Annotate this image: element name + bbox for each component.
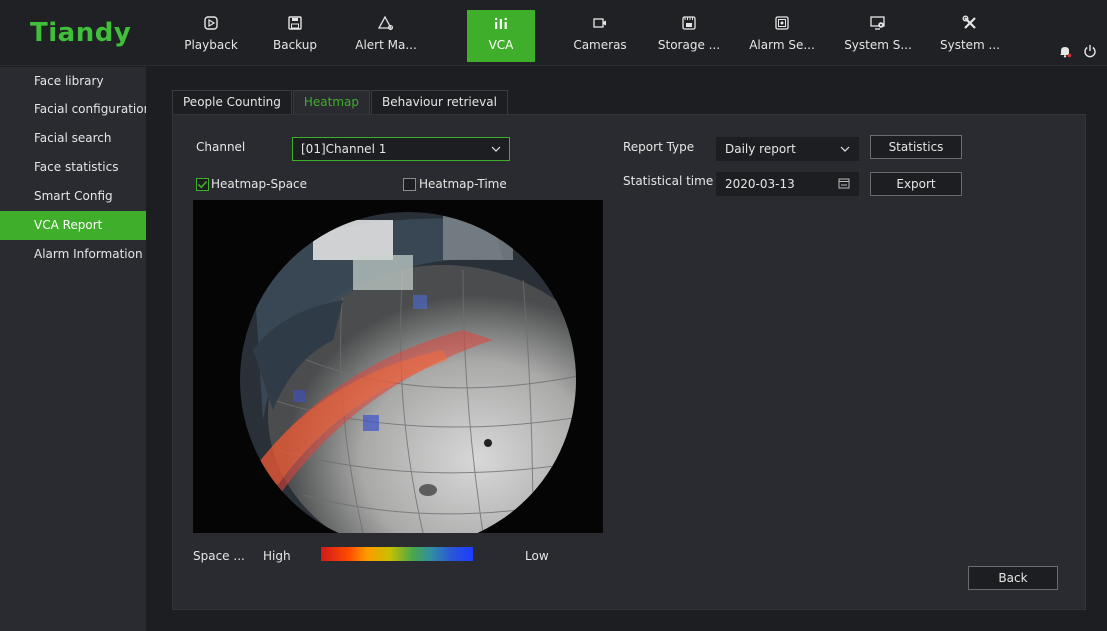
nav-cameras-label: Cameras (573, 38, 627, 52)
main-content: People Counting Heatmap Behaviour retrie… (146, 67, 1107, 631)
channel-label: Channel (196, 140, 246, 154)
chevron-down-icon (491, 138, 501, 167)
save-icon (288, 12, 302, 34)
alert-icon (378, 12, 394, 34)
nav-system-maintenance-label: System ... (939, 38, 1000, 52)
statistical-time-value: 2020-03-13 (725, 177, 795, 191)
sidebar-item-smart-config[interactable]: Smart Config (0, 182, 146, 211)
playback-icon (204, 12, 218, 34)
statistical-time-label: Statistical time (623, 174, 714, 188)
storage-icon (682, 12, 696, 34)
heatmap-time-label: Heatmap-Time (419, 177, 507, 191)
tools-icon (962, 12, 978, 34)
tab-people-counting[interactable]: People Counting (172, 90, 292, 114)
sidebar-item-facial-search[interactable]: Facial search (0, 124, 146, 153)
heatmap-panel: Channel [01]Channel 1 Heatmap-Space Heat… (172, 114, 1086, 610)
tab-heatmap[interactable]: Heatmap (292, 90, 370, 114)
tab-behaviour-retrieval[interactable]: Behaviour retrieval (371, 90, 508, 114)
report-type-value: Daily report (725, 142, 796, 156)
nav-alert-label: Alert Ma... (355, 38, 417, 52)
nav-vca-label: VCA (488, 38, 514, 52)
sidebar-item-face-library[interactable]: Face library (0, 67, 146, 95)
report-type-label: Report Type (623, 140, 695, 154)
nav-backup-label: Backup (273, 38, 317, 52)
statistical-time-input[interactable]: 2020-03-13 (716, 172, 859, 196)
checkmark-icon (197, 180, 208, 189)
nav-cameras[interactable]: Cameras (566, 10, 634, 62)
legend-title: Space ... (193, 549, 245, 563)
top-navigation-bar: Tiandy Playback Backup Alert Ma... VCA C… (0, 0, 1107, 66)
channel-select[interactable]: [01]Channel 1 (292, 137, 510, 161)
nav-backup[interactable]: Backup (261, 10, 329, 62)
report-tabs: People Counting Heatmap Behaviour retrie… (172, 90, 509, 114)
sidebar-item-facial-configuration[interactable]: Facial configuration (0, 95, 151, 124)
nav-alarm-settings-label: Alarm Se... (749, 38, 815, 52)
chevron-down-icon (840, 138, 850, 167)
camera-icon (593, 12, 607, 34)
report-type-select[interactable]: Daily report (716, 137, 859, 161)
tiandy-logo: Tiandy (30, 18, 132, 48)
nav-vca[interactable]: VCA (467, 10, 535, 62)
sidebar-item-face-statistics[interactable]: Face statistics (0, 153, 146, 182)
channel-select-value: [01]Channel 1 (301, 142, 387, 156)
heatmap-image (193, 200, 603, 533)
alarm-settings-icon (775, 12, 789, 34)
heatmap-space-checkbox[interactable] (196, 178, 209, 191)
legend-low-label: Low (525, 549, 549, 563)
calendar-icon[interactable] (838, 173, 850, 202)
sidebar-item-alarm-information[interactable]: Alarm Information (0, 240, 146, 269)
notification-bell-icon[interactable] (1058, 44, 1072, 61)
statistics-button[interactable]: Statistics (870, 135, 962, 159)
nav-storage[interactable]: Storage ... (655, 10, 723, 62)
heat-color-scale (321, 547, 473, 561)
sidebar: Face library Facial configuration Facial… (0, 67, 151, 631)
power-icon[interactable] (1083, 44, 1097, 61)
nav-alarm-settings[interactable]: Alarm Se... (748, 10, 816, 62)
nav-alert-management[interactable]: Alert Ma... (352, 10, 420, 62)
nav-system-maintenance[interactable]: System ... (936, 10, 1004, 62)
nav-playback[interactable]: Playback (177, 10, 245, 62)
sidebar-item-vca-report[interactable]: VCA Report (0, 211, 146, 240)
nav-storage-label: Storage ... (657, 38, 721, 52)
nav-system-settings[interactable]: System S... (844, 10, 912, 62)
nav-playback-label: Playback (184, 38, 238, 52)
heatmap-time-checkbox[interactable] (403, 178, 416, 191)
legend-high-label: High (263, 549, 291, 563)
vca-icon (493, 12, 509, 34)
nav-system-settings-label: System S... (844, 38, 912, 52)
heatmap-space-label: Heatmap-Space (211, 177, 308, 191)
export-button[interactable]: Export (870, 172, 962, 196)
back-button[interactable]: Back (968, 566, 1058, 590)
system-settings-icon (870, 12, 886, 34)
